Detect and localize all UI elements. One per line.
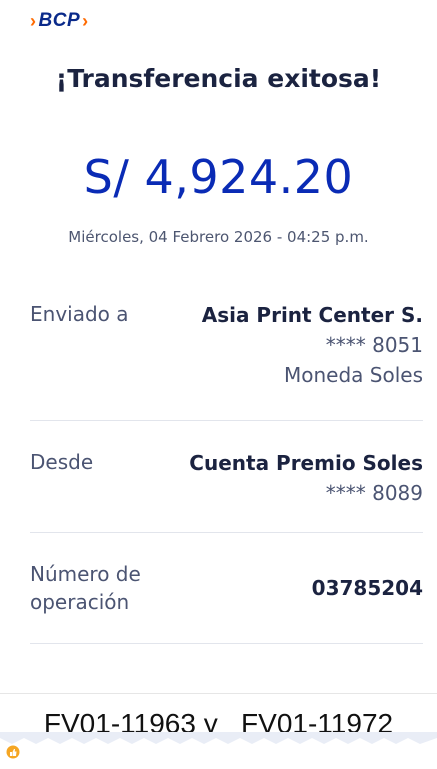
sent-to-label: Enviado a <box>30 302 129 326</box>
chevron-right-icon: › <box>30 10 37 31</box>
operation-row: Número de operación 03785204 <box>30 560 423 616</box>
page-title: ¡Transferencia exitosa! <box>55 64 382 93</box>
from-row: Desde Cuenta Premio Soles **** 8089 <box>30 448 423 508</box>
bcp-logo: › BCP › <box>30 10 89 32</box>
wave-decoration <box>0 732 437 752</box>
transfer-datetime: Miércoles, 04 Febrero 2026 - 04:25 p.m. <box>68 228 369 246</box>
transfer-amount: S/ 4,924.20 <box>83 150 354 204</box>
chevron-right-icon: › <box>82 10 89 31</box>
from-label: Desde <box>30 450 94 474</box>
recipient-account: **** 8051 <box>325 333 423 357</box>
recipient-currency: Moneda Soles <box>284 363 423 387</box>
like-icon[interactable] <box>6 745 20 759</box>
source-account-number: **** 8089 <box>325 481 423 505</box>
transfer-receipt: › BCP › ¡Transferencia exitosa! S/ 4,924… <box>0 0 437 769</box>
footer-strip <box>0 752 437 769</box>
bcp-logo-text: BCP <box>38 10 81 31</box>
divider <box>30 420 423 421</box>
sent-to-values: Asia Print Center S. **** 8051 Moneda So… <box>202 300 423 390</box>
operation-label-line1: Número de <box>30 562 141 586</box>
divider <box>30 532 423 533</box>
operation-label: Número de operación <box>30 560 141 616</box>
source-account-name: Cuenta Premio Soles <box>189 451 423 475</box>
operation-label-line2: operación <box>30 590 130 614</box>
from-values: Cuenta Premio Soles **** 8089 <box>189 448 423 508</box>
divider <box>30 643 423 644</box>
recipient-name: Asia Print Center S. <box>201 303 423 327</box>
sent-to-row: Enviado a Asia Print Center S. **** 8051… <box>30 300 423 390</box>
operation-number: 03785204 <box>311 576 423 600</box>
